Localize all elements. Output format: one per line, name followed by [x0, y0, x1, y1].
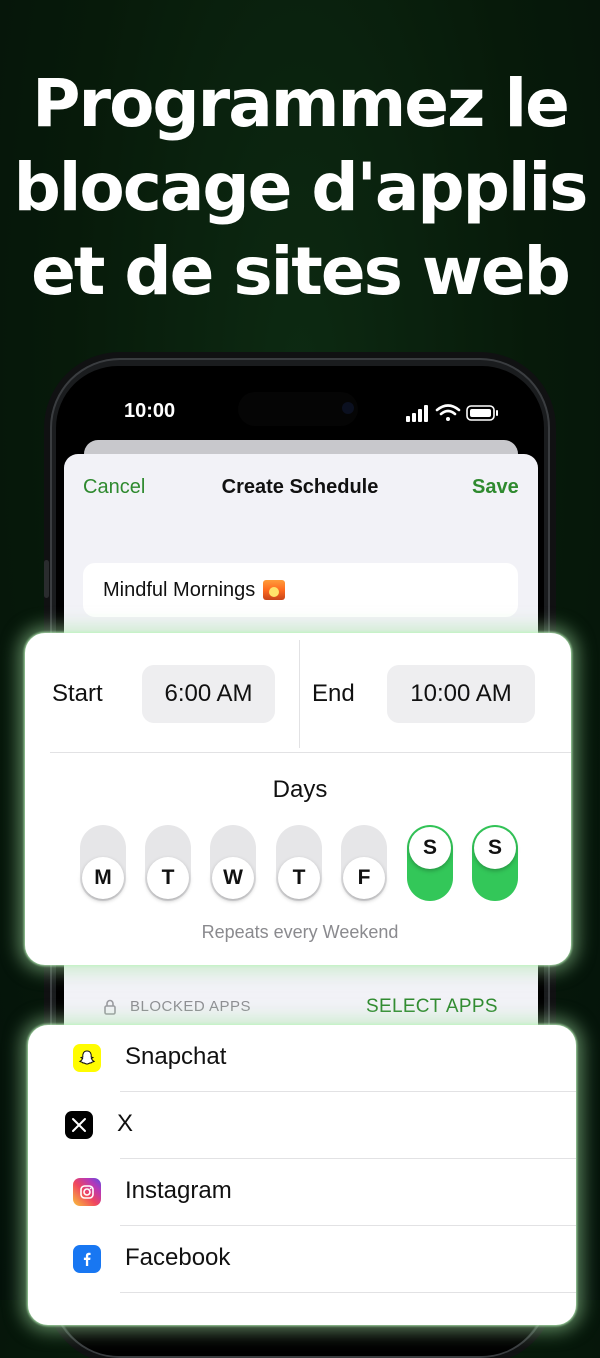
day-letter: S	[409, 827, 451, 869]
wifi-icon	[435, 404, 461, 421]
app-row-facebook[interactable]: Facebook	[28, 1226, 576, 1293]
end-time-picker[interactable]: 10:00 AM	[387, 665, 535, 723]
day-toggle-friday[interactable]: F	[341, 825, 387, 901]
app-row-x[interactable]: X	[28, 1092, 576, 1159]
x-icon	[65, 1111, 93, 1139]
divider	[299, 640, 300, 748]
headline-line-2: blocage d'applis	[13, 149, 589, 226]
schedule-name-field[interactable]: Mindful Mornings	[83, 563, 518, 617]
phone-side-button	[44, 560, 49, 598]
status-time: 10:00	[124, 400, 176, 422]
sunrise-emoji-icon	[263, 580, 286, 600]
lock-icon	[104, 999, 116, 1015]
app-name: Snapchat	[125, 1043, 227, 1070]
day-letter: F	[343, 857, 385, 899]
headline: Programmez le blocage d'applis et de sit…	[0, 62, 600, 314]
snapchat-icon	[73, 1044, 101, 1072]
cellular-signal-icon	[406, 405, 428, 422]
day-letter: W	[212, 857, 254, 899]
save-button[interactable]: Save	[472, 476, 519, 499]
days-title: Days	[272, 776, 328, 803]
start-label: Start	[52, 680, 103, 707]
day-letter: S	[474, 827, 516, 869]
dynamic-island	[238, 392, 358, 426]
camera-icon	[342, 402, 354, 414]
day-toggle-thursday[interactable]: T	[276, 825, 322, 901]
app-name: Instagram	[125, 1177, 232, 1204]
day-toggle-saturday[interactable]: S	[407, 825, 453, 901]
row-separator	[120, 1292, 576, 1293]
day-letter: T	[147, 857, 189, 899]
status-icons	[406, 404, 498, 422]
app-name: Facebook	[125, 1244, 231, 1271]
repeats-text: Repeats every Weekend	[201, 922, 399, 942]
facebook-icon	[73, 1245, 101, 1273]
app-row-snapchat[interactable]: Snapchat	[28, 1025, 576, 1092]
day-toggle-sunday[interactable]: S	[472, 825, 518, 901]
end-label: End	[312, 680, 355, 707]
blocked-apps-label: BLOCKED APPS	[130, 998, 252, 1015]
day-letter: T	[278, 857, 320, 899]
headline-line-3: et de sites web	[31, 233, 571, 310]
battery-icon	[466, 405, 498, 421]
day-toggle-wednesday[interactable]: W	[210, 825, 256, 901]
start-time-picker[interactable]: 6:00 AM	[142, 665, 275, 723]
day-toggle-tuesday[interactable]: T	[145, 825, 191, 901]
instagram-icon	[73, 1178, 101, 1206]
app-row-instagram[interactable]: Instagram	[28, 1159, 576, 1226]
schedule-name-text: Mindful Mornings	[103, 578, 256, 601]
select-apps-button[interactable]: SELECT APPS	[366, 996, 498, 1018]
day-toggle-monday[interactable]: M	[80, 825, 126, 901]
day-letter: M	[82, 857, 124, 899]
divider	[50, 752, 571, 753]
headline-line-1: Programmez le	[32, 65, 570, 142]
blocked-apps-header: BLOCKED APPS	[104, 998, 251, 1015]
app-name: X	[117, 1110, 134, 1137]
